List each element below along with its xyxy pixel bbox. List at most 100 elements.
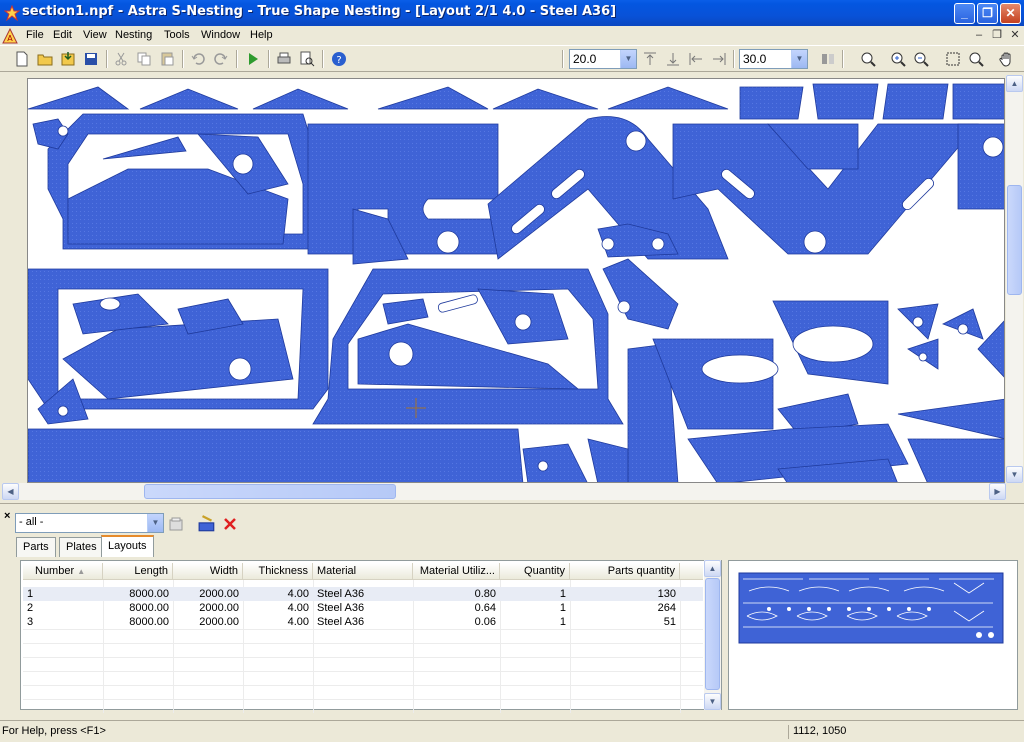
chevron-down-icon[interactable]: ▼ xyxy=(147,514,163,532)
column-header-thickness[interactable]: Thickness xyxy=(243,563,313,580)
mirror-icon[interactable] xyxy=(820,51,836,67)
cell-quantity: 1 xyxy=(559,616,566,628)
grid-line xyxy=(23,671,703,672)
cell-material: Steel A36 xyxy=(317,616,365,628)
zoom-extents-icon[interactable] xyxy=(968,51,984,67)
column-header-material-utilization[interactable]: Material Utiliz... xyxy=(413,563,500,580)
layout-preview[interactable] xyxy=(728,560,1018,710)
scroll-down-button[interactable]: ▼ xyxy=(704,693,721,710)
tab-parts[interactable]: Parts xyxy=(16,537,56,557)
print-icon[interactable] xyxy=(276,51,292,67)
new-file-icon[interactable] xyxy=(14,51,30,67)
menu-nesting[interactable]: Nesting xyxy=(115,29,152,41)
canvas-horizontal-scrollbar[interactable]: ◀ ▶ xyxy=(2,483,1006,500)
hole xyxy=(57,405,69,417)
menu-window[interactable]: Window xyxy=(201,29,240,41)
column-header-material[interactable]: Material xyxy=(313,563,413,580)
open-folder-icon[interactable] xyxy=(37,51,53,67)
chevron-down-icon[interactable]: ▼ xyxy=(620,50,636,68)
part xyxy=(102,136,187,160)
table-row[interactable]: 2 8000.00 2000.00 4.00 Steel A36 0.64 1 … xyxy=(23,601,703,615)
minimize-button[interactable]: _ xyxy=(954,3,975,24)
vertical-scroll-thumb[interactable] xyxy=(1007,185,1022,295)
align-bottom-icon[interactable] xyxy=(665,51,681,67)
scroll-down-button[interactable]: ▼ xyxy=(1006,466,1023,483)
mdi-minimize-button[interactable]: – xyxy=(972,29,986,43)
properties-icon[interactable] xyxy=(168,516,184,532)
svg-text:A: A xyxy=(7,34,13,43)
align-right-icon[interactable] xyxy=(711,51,727,67)
menu-edit[interactable]: Edit xyxy=(53,29,72,41)
table-row[interactable]: 3 8000.00 2000.00 4.00 Steel A36 0.06 1 … xyxy=(23,615,703,629)
menu-view[interactable]: View xyxy=(83,29,107,41)
mdi-restore-button[interactable]: ❐ xyxy=(990,29,1004,43)
menu-help[interactable]: Help xyxy=(250,29,273,41)
tab-plates[interactable]: Plates xyxy=(59,537,104,557)
zoom-in-icon[interactable] xyxy=(890,51,906,67)
save-icon[interactable] xyxy=(83,51,99,67)
cell-material-utilization: 0.64 xyxy=(474,602,496,614)
preview-sheet xyxy=(738,572,1004,644)
cell-material: Steel A36 xyxy=(317,602,365,614)
column-header-number[interactable]: Number ▲ xyxy=(23,563,103,580)
zoom-combo-1[interactable]: 20.0 ▼ xyxy=(569,49,637,69)
scroll-up-button[interactable]: ▲ xyxy=(704,560,721,577)
column-header-length[interactable]: Length xyxy=(103,563,173,580)
scroll-up-button[interactable]: ▲ xyxy=(1006,75,1023,92)
help-icon[interactable]: ? xyxy=(331,51,347,67)
mdi-close-button[interactable]: ✕ xyxy=(1008,29,1022,43)
cell-quantity: 1 xyxy=(559,588,566,600)
import-icon[interactable] xyxy=(60,51,76,67)
svg-text:?: ? xyxy=(336,55,341,66)
nesting-layout-canvas[interactable] xyxy=(27,78,1005,483)
column-header-quantity[interactable]: Quantity xyxy=(500,563,570,580)
filter-combo[interactable]: - all - ▼ xyxy=(15,513,164,533)
copy-icon[interactable] xyxy=(136,51,152,67)
title-bar[interactable]: section1.npf - Astra S-Nesting - True Sh… xyxy=(0,0,1024,26)
pan-hand-icon[interactable] xyxy=(998,51,1014,67)
menu-tools[interactable]: Tools xyxy=(164,29,190,41)
column-header-parts-quantity[interactable]: Parts quantity xyxy=(570,563,680,580)
horizontal-scroll-thumb[interactable] xyxy=(144,484,396,499)
zoom-out-icon[interactable] xyxy=(913,51,929,67)
panel-close-icon[interactable]: × xyxy=(4,510,10,522)
cut-icon[interactable] xyxy=(113,51,129,67)
align-left-icon[interactable] xyxy=(688,51,704,67)
column-header-width[interactable]: Width xyxy=(173,563,243,580)
cell-number: 3 xyxy=(27,616,34,628)
add-layout-icon[interactable] xyxy=(198,515,216,533)
print-preview-icon[interactable] xyxy=(299,51,315,67)
tab-layouts[interactable]: Layouts xyxy=(101,535,154,557)
part xyxy=(139,88,239,110)
vertical-scroll-thumb[interactable] xyxy=(705,578,720,690)
table-row[interactable]: 1 8000.00 2000.00 4.00 Steel A36 0.80 1 … xyxy=(23,587,703,601)
cell-width: 2000.00 xyxy=(199,602,239,614)
part xyxy=(252,88,349,110)
delete-icon[interactable] xyxy=(222,516,238,532)
slot xyxy=(701,354,779,384)
run-nesting-icon[interactable] xyxy=(245,51,261,67)
paste-icon[interactable] xyxy=(159,51,175,67)
part xyxy=(492,88,599,110)
align-top-icon[interactable] xyxy=(642,51,658,67)
undo-icon[interactable] xyxy=(190,51,206,67)
scroll-right-button[interactable]: ▶ xyxy=(989,483,1006,500)
select-icon[interactable] xyxy=(945,51,961,67)
maximize-button[interactable]: ❐ xyxy=(977,3,998,24)
scroll-left-button[interactable]: ◀ xyxy=(2,483,19,500)
nested-parts-drawing[interactable] xyxy=(28,79,1005,483)
slot xyxy=(792,325,874,363)
zoom-window-icon[interactable] xyxy=(860,51,876,67)
table-vertical-scrollbar[interactable]: ▲ ▼ xyxy=(704,560,721,710)
hole xyxy=(232,153,254,175)
redo-icon[interactable] xyxy=(213,51,229,67)
nested-parts xyxy=(28,83,1004,482)
cursor-coordinates: 1112, 1050 xyxy=(788,725,846,739)
close-button[interactable]: ✕ xyxy=(1000,3,1021,24)
cell-parts-quantity: 264 xyxy=(657,602,676,614)
document-app-icon[interactable]: A xyxy=(2,28,18,44)
canvas-vertical-scrollbar[interactable]: ▲ ▼ xyxy=(1006,75,1023,483)
menu-file[interactable]: File xyxy=(26,29,44,41)
zoom-combo-2[interactable]: 30.0 ▼ xyxy=(739,49,808,69)
chevron-down-icon[interactable]: ▼ xyxy=(791,50,807,68)
